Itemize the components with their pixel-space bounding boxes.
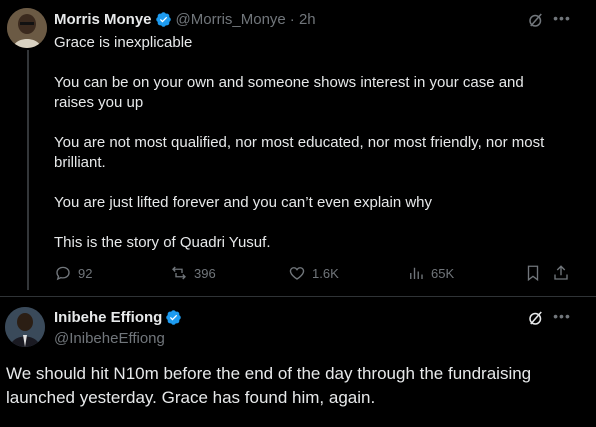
more-options-icon[interactable]: ••• [553, 11, 571, 29]
author-name[interactable]: Inibehe Effiong [54, 309, 162, 326]
tweet-line: We should hit N10m before the end of the… [6, 364, 532, 383]
views-icon [410, 267, 423, 279]
view-count: 65K [431, 265, 455, 281]
repost-icon [172, 266, 186, 280]
views-button[interactable]: 65K [407, 264, 454, 282]
tweet-line: Grace is inexplicable [54, 34, 193, 51]
author-name[interactable]: Morris Monye [54, 11, 152, 28]
tweet-line: You are not most qualified, nor most edu… [54, 134, 545, 151]
reply-icon [56, 266, 70, 281]
tweet-line: brilliant. [54, 154, 106, 171]
bookmark-button[interactable] [524, 264, 548, 282]
heart-icon [289, 267, 305, 280]
verified-badge-icon [155, 11, 171, 27]
tweet-line: This is the story of Quadri Yusuf. [54, 234, 271, 251]
share-button[interactable] [552, 264, 576, 282]
reply-button[interactable]: 92 [54, 264, 92, 282]
repost-button[interactable]: 396 [170, 264, 216, 282]
repost-count: 396 [194, 265, 216, 281]
like-count: 1.6K [312, 265, 339, 281]
avatar[interactable] [7, 8, 47, 48]
tweet-line: You are just lifted forever and you can’… [54, 194, 433, 211]
tweet-header: Inibehe Effiong [54, 309, 182, 326]
tweet-line: raises you up [54, 94, 144, 111]
more-options-icon[interactable]: ••• [553, 309, 571, 327]
verified-badge-icon [166, 310, 182, 325]
author-handle[interactable]: @InibeheEffiong [54, 330, 165, 347]
grok-icon[interactable] [527, 11, 545, 29]
share-icon [554, 265, 568, 280]
tweet-line: You can be on your own and someone shows… [54, 74, 524, 91]
tweet-header: Morris Monye @Morris_Monye · 2h [54, 10, 316, 28]
tweet-text: We should hit N10m before the end of the… [6, 362, 586, 410]
like-button[interactable]: 1.6K [288, 264, 339, 282]
tweet-line: launched yesterday. Grace has found him,… [6, 388, 376, 407]
author-handle[interactable]: @Morris_Monye [176, 11, 286, 28]
reply-count: 92 [78, 265, 93, 281]
tweet-actions: 92 396 1.6K 65K [54, 264, 574, 284]
tweet-morris-monye[interactable]: Morris Monye @Morris_Monye · 2h ••• Grac… [0, 0, 596, 296]
bookmark-icon [527, 265, 539, 282]
tweet-divider [0, 296, 596, 297]
avatar[interactable] [5, 307, 45, 347]
grok-icon[interactable] [527, 309, 545, 327]
timestamp[interactable]: · 2h [290, 11, 316, 28]
